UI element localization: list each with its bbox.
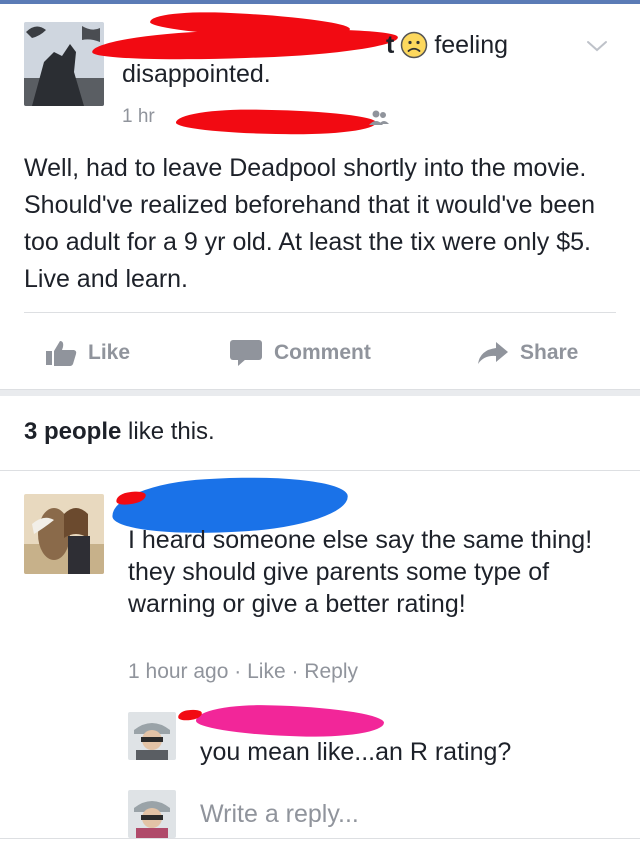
commenter-avatar[interactable]: [24, 494, 104, 574]
thumbs-up-icon: [46, 341, 77, 366]
post-timestamp[interactable]: 1 hr: [122, 106, 155, 128]
like-button[interactable]: Like: [44, 325, 130, 381]
friends-icon: [369, 110, 389, 125]
comment-label: Comment: [274, 341, 371, 364]
replier-name-redaction: [195, 702, 385, 740]
divider: [0, 838, 640, 839]
comment-button[interactable]: Comment: [228, 325, 371, 381]
chevron-down-icon[interactable]: [585, 38, 609, 54]
share-label: Share: [520, 341, 579, 364]
comment-bubble-icon: [230, 340, 262, 366]
share-arrow-icon: [478, 342, 508, 364]
author-name-fragment[interactable]: t: [386, 31, 394, 60]
comment-meta: 1 hour ago · Like · Reply: [128, 660, 358, 684]
divider: [24, 312, 616, 313]
comment-timestamp[interactable]: 1 hour ago: [128, 660, 228, 683]
author-avatar[interactable]: [24, 22, 104, 106]
post-body: Well, had to leave Deadpool shortly into…: [24, 154, 596, 293]
feeling-label: feeling: [434, 30, 508, 59]
divider: [0, 389, 640, 390]
meta-separator: ·: [285, 660, 305, 683]
likes-summary[interactable]: 3 people like this.: [24, 418, 215, 446]
section-separator: [0, 390, 640, 396]
comment-like-link[interactable]: Like: [247, 660, 286, 683]
share-button[interactable]: Share: [476, 325, 578, 381]
post-header-line: t feeling: [386, 28, 508, 62]
divider: [0, 470, 640, 471]
meta-separator: ·: [228, 660, 248, 683]
reply-input[interactable]: [200, 796, 620, 832]
current-user-avatar: [128, 790, 176, 838]
feeling-value: disappointed.: [122, 60, 271, 88]
comment-text: I heard someone else say the same thing!…: [128, 526, 593, 618]
like-label: Like: [88, 341, 131, 364]
replier-avatar[interactable]: [128, 712, 176, 760]
comment-reply-link[interactable]: Reply: [304, 660, 358, 683]
likes-count: 3 people: [24, 418, 122, 445]
sad-face-icon: [401, 31, 428, 59]
reply-text: you mean like...an R rating?: [200, 738, 512, 766]
likes-suffix: like this.: [121, 418, 215, 445]
action-row: Like Comment Share: [0, 325, 640, 381]
